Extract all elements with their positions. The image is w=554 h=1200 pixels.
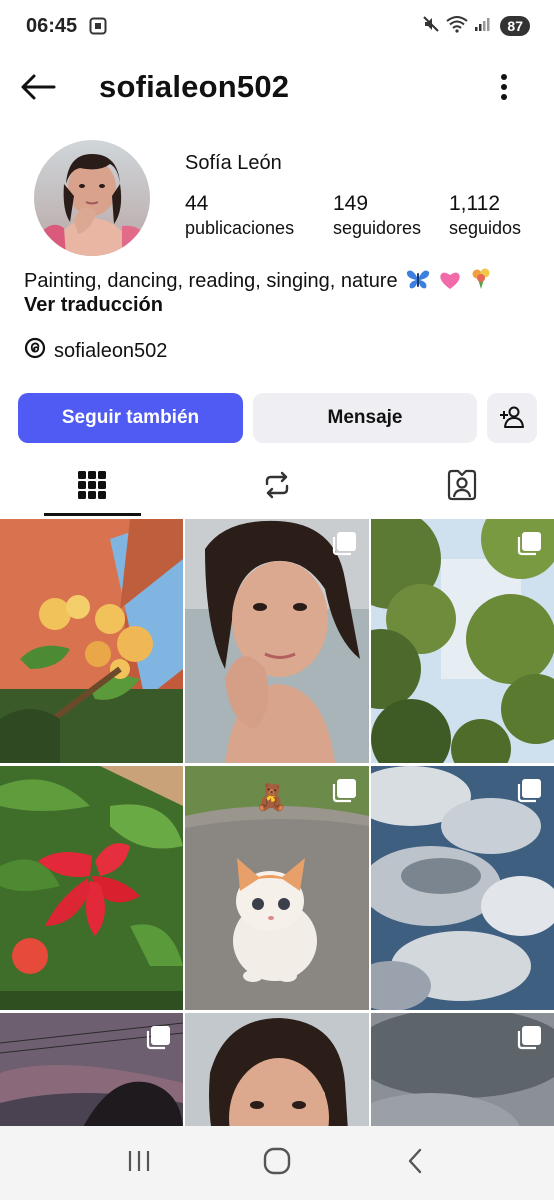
stat-followers[interactable]: 149 seguidores: [333, 192, 421, 239]
post-thumbnail[interactable]: [371, 766, 554, 1010]
back-button[interactable]: [395, 1143, 435, 1183]
post-thumbnail[interactable]: [371, 519, 554, 763]
system-nav-bar: [0, 1126, 554, 1200]
multiple-posts-icon: [331, 778, 357, 804]
stat-following-label: seguidos: [449, 218, 522, 238]
profile-tabs: [0, 456, 554, 518]
stat-followers-count: 149: [333, 192, 369, 215]
threads-handle: sofialeon502: [54, 339, 168, 362]
tab-reposts[interactable]: [185, 456, 370, 518]
multiple-posts-icon: [516, 778, 542, 804]
multiple-posts-icon: [516, 531, 542, 557]
avatar[interactable]: [34, 140, 150, 256]
bio-text: Painting, dancing, reading, singing, nat…: [24, 270, 398, 292]
screenshot-icon: [89, 17, 109, 35]
stat-followers-label: seguidores: [333, 218, 422, 238]
battery-indicator: 87: [500, 16, 530, 36]
butterfly-emoji-icon: [406, 268, 430, 296]
add-user-icon: [498, 405, 526, 432]
pink-heart-emoji-icon: [439, 270, 461, 296]
tagged-icon: [445, 468, 479, 507]
threads-link[interactable]: sofialeon502: [24, 337, 167, 365]
grid-icon: [77, 470, 107, 505]
bouquet-emoji-icon: [469, 266, 493, 296]
threads-icon: [24, 337, 46, 365]
tab-posts[interactable]: [0, 456, 185, 518]
post-thumbnail[interactable]: [185, 519, 369, 763]
chevron-left-icon: [405, 1147, 425, 1180]
stat-following[interactable]: 1,112 seguidos: [449, 192, 521, 239]
recent-apps-icon: [126, 1149, 152, 1178]
arrow-left-icon[interactable]: [20, 69, 56, 105]
tab-tagged[interactable]: [369, 456, 554, 518]
see-translation-link[interactable]: Ver traducción: [24, 294, 163, 317]
status-bar: 06:45 87: [0, 0, 554, 52]
multiple-posts-icon: [145, 1025, 171, 1051]
username-title: sofialeon502: [99, 69, 290, 104]
signal-icon: [474, 16, 490, 37]
profile-bio: Painting, dancing, reading, singing, nat…: [24, 266, 493, 296]
stat-following-count: 1,112: [449, 192, 500, 215]
stat-posts-label: publicaciones: [185, 218, 295, 238]
profile-header: sofialeon502: [0, 56, 554, 118]
post-thumbnail[interactable]: [0, 519, 183, 763]
follow-back-button[interactable]: Seguir también: [18, 393, 243, 443]
home-icon: [263, 1147, 291, 1180]
posts-grid: 🧸: [0, 519, 554, 1200]
stat-posts[interactable]: 44 publicaciones: [185, 192, 294, 239]
more-vertical-icon[interactable]: [492, 69, 516, 105]
add-user-button[interactable]: [487, 393, 537, 443]
recent-apps-button[interactable]: [119, 1143, 159, 1183]
status-time: 06:45: [26, 14, 78, 37]
message-button[interactable]: Mensaje: [253, 393, 477, 443]
post-thumbnail[interactable]: 🧸: [185, 766, 369, 1010]
status-icons: 87: [422, 15, 530, 38]
home-button[interactable]: [257, 1143, 297, 1183]
multiple-posts-icon: [516, 1025, 542, 1051]
profile-actions: Seguir también Mensaje: [18, 393, 537, 443]
mute-icon: [422, 15, 440, 38]
post-thumbnail[interactable]: [0, 766, 183, 1010]
stat-posts-count: 44: [185, 192, 209, 215]
repost-icon: [261, 469, 293, 506]
multiple-posts-icon: [331, 531, 357, 557]
profile-display-name: Sofía León: [185, 152, 282, 174]
wifi-icon: [446, 15, 469, 38]
svg-text:🧸: 🧸: [255, 782, 287, 813]
